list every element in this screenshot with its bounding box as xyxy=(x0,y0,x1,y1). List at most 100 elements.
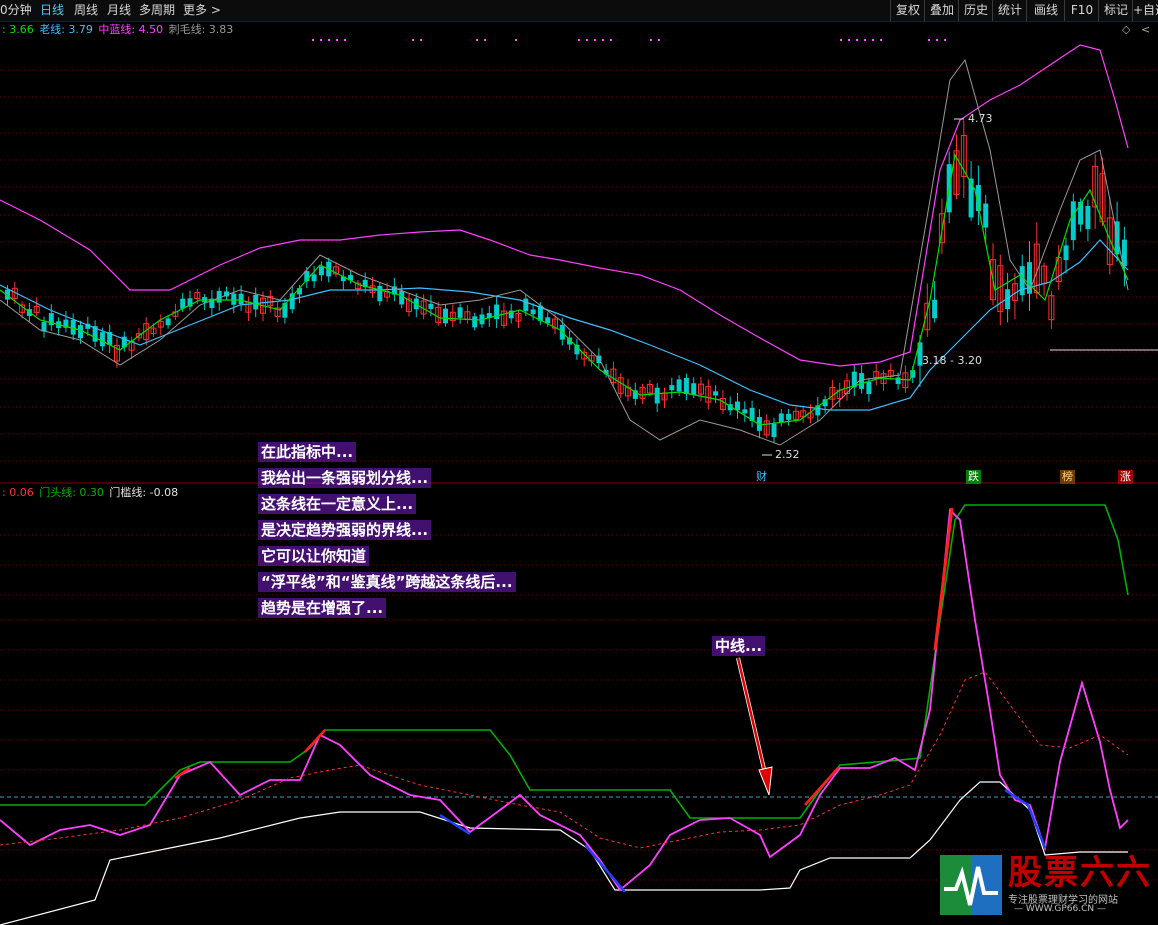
candle-body-down xyxy=(654,387,660,404)
candle-body-down xyxy=(318,266,324,276)
candle-body-down xyxy=(968,178,974,218)
statistics-button[interactable]: 统计 xyxy=(992,0,1027,21)
event-marker-finance[interactable]: 财 xyxy=(754,470,769,484)
candle-body-down xyxy=(472,316,478,328)
history-button[interactable]: 历史 xyxy=(958,0,993,21)
candle-body-down xyxy=(1070,201,1076,241)
mark-button[interactable]: 标记 xyxy=(1098,0,1133,21)
candlesticks xyxy=(5,120,1127,443)
draw-line-button[interactable]: 画线 xyxy=(1026,0,1065,21)
add-watchlist-button[interactable]: +自选 xyxy=(1132,0,1158,21)
high-price-label: 4.73 xyxy=(968,112,993,125)
indicator-segment-down xyxy=(439,813,471,836)
overlay-button[interactable]: 叠加 xyxy=(924,0,959,21)
mid-line-note: 中线... xyxy=(712,636,766,656)
candle-body-down xyxy=(238,293,244,305)
event-marker-drop[interactable]: 跌 xyxy=(966,470,981,484)
candle-body-down xyxy=(895,377,901,384)
candle-body-down xyxy=(253,294,259,310)
candle-body-down xyxy=(545,317,551,324)
note-line-5: 它可以让你知道 xyxy=(258,546,370,566)
note-line-4: 是决定趋势强弱的界线... xyxy=(258,520,432,540)
marker-dot xyxy=(602,39,604,41)
indicator-segment-up xyxy=(304,729,326,753)
candle-body-down xyxy=(297,288,302,295)
range-price-label: 3.18 - 3.20 xyxy=(922,354,982,367)
more-menu-button[interactable]: 更多 > xyxy=(183,0,221,21)
marker-dot xyxy=(936,39,938,41)
marker-dot xyxy=(344,39,346,41)
event-marker-rise[interactable]: 涨 xyxy=(1118,470,1133,484)
period-tab-monthly[interactable]: 月线 xyxy=(107,0,131,21)
candle-body-down xyxy=(866,381,872,394)
low-price-label: 2.52 xyxy=(775,448,800,461)
candle-body-down xyxy=(165,318,171,326)
candle-body-down xyxy=(771,423,777,438)
upper-envelope-line xyxy=(0,44,1129,367)
period-tab-multi[interactable]: 多周期 xyxy=(139,0,175,21)
candle-body-down xyxy=(983,203,989,228)
door-line xyxy=(0,504,1129,819)
f10-button[interactable]: F10 xyxy=(1064,0,1099,21)
annotation-arrow-head xyxy=(758,766,773,796)
candle-body-down xyxy=(859,373,865,389)
marker-dot xyxy=(476,39,478,41)
stock-chart-canvas[interactable] xyxy=(0,22,1158,925)
candle-body-down xyxy=(742,409,748,414)
marker-dot xyxy=(856,39,858,41)
watermark-url: — WWW.GP66.CN — xyxy=(1014,904,1106,914)
marker-dot xyxy=(928,39,930,41)
period-tab-minute[interactable]: 0分钟 xyxy=(0,0,32,21)
marker-dot xyxy=(610,39,612,41)
candle-body-down xyxy=(311,274,317,282)
candle-body-down xyxy=(735,401,740,411)
indicator-segment-up xyxy=(933,507,954,651)
indicator-segment-down xyxy=(1004,788,1047,849)
candle-body-down xyxy=(1063,245,1069,261)
pulse-logo-icon xyxy=(940,855,1002,915)
note-line-1: 在此指标中... xyxy=(258,442,357,462)
marker-dot xyxy=(484,39,486,41)
marker-dot xyxy=(420,39,422,41)
marker-dot xyxy=(944,39,946,41)
candle-body-down xyxy=(932,299,938,319)
grid-lines xyxy=(0,39,1158,881)
candle-body-down xyxy=(683,377,689,394)
candle-body-down xyxy=(231,293,237,305)
candle-body-down xyxy=(530,309,536,315)
candle-body-down xyxy=(1085,205,1091,230)
event-marker-list[interactable]: 榜 xyxy=(1060,470,1075,484)
candle-body-down xyxy=(523,298,529,312)
indicator-segment-down xyxy=(584,844,626,893)
candle-body-down xyxy=(713,391,719,396)
candle-body-down xyxy=(443,308,448,324)
candle-body-down xyxy=(377,285,383,302)
marker-dot xyxy=(515,39,517,41)
thorn-line xyxy=(0,58,1129,446)
marker-dot xyxy=(312,39,314,41)
candle-body-down xyxy=(669,385,675,391)
note-line-2: 我给出一条强弱划分线... xyxy=(258,468,432,488)
smoothing-line xyxy=(0,671,1129,849)
candle-body-down xyxy=(1078,201,1084,225)
marker-dot xyxy=(872,39,874,41)
candle-body-down xyxy=(399,290,405,305)
marker-dot xyxy=(412,39,414,41)
marker-dot xyxy=(336,39,338,41)
marker-dot xyxy=(650,39,652,41)
toolbar: 0分钟 日线 周线 月线 多周期 更多 > 复权 叠加 历史 统计 画线 F10… xyxy=(0,0,1158,22)
marker-dot xyxy=(586,39,588,41)
price-overlay-lines xyxy=(0,44,1158,446)
marker-dot xyxy=(840,39,842,41)
watermark-title: 股票六六 xyxy=(1008,853,1152,893)
period-tab-weekly[interactable]: 周线 xyxy=(74,0,98,21)
marker-dot xyxy=(864,39,866,41)
period-tab-daily[interactable]: 日线 xyxy=(40,0,64,21)
annotation-arrow-shaft xyxy=(736,657,769,783)
candle-body-down xyxy=(676,379,682,392)
note-line-6: “浮平线”和“鉴真线”跨越这条线后... xyxy=(258,572,516,592)
restore-rights-button[interactable]: 复权 xyxy=(890,0,925,21)
candle-body-down xyxy=(180,298,186,309)
site-watermark: 股票六六 专注股票理财学习的网站 — WWW.GP66.CN — xyxy=(940,853,1154,917)
candle-body-down xyxy=(778,413,784,423)
